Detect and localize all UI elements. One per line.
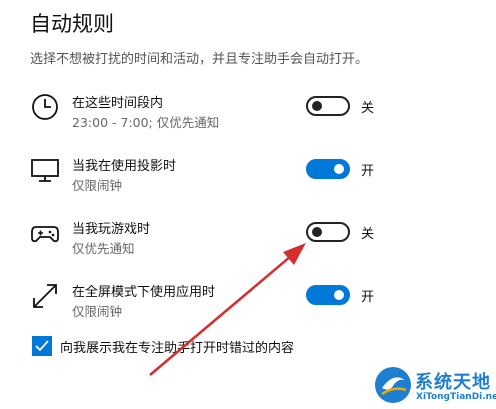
rule-name: 当我玩游戏时 bbox=[72, 222, 151, 237]
toggle-knob bbox=[334, 164, 344, 174]
rule-name: 在这些时间段内 bbox=[72, 96, 164, 111]
fullscreen-icon bbox=[30, 281, 64, 315]
rule-subtitle: 仅限闹钟 bbox=[72, 178, 123, 193]
gamepad-icon bbox=[30, 218, 64, 252]
toggle-state-label: 关 bbox=[361, 227, 375, 242]
page-description: 选择不想被打扰的时间和活动，并且专注助手会自动打开。 bbox=[30, 52, 369, 67]
rule-subtitle: 仅优先通知 bbox=[72, 241, 135, 256]
toggle-gaming-rule[interactable] bbox=[306, 222, 350, 242]
logo-icon bbox=[375, 367, 411, 403]
toggle-state-label: 开 bbox=[361, 290, 375, 305]
watermark-url: XiTongTianDi.net bbox=[416, 392, 496, 402]
toggle-knob bbox=[312, 101, 322, 111]
toggle-state-label: 开 bbox=[361, 164, 375, 179]
toggle-time-rule[interactable] bbox=[306, 96, 350, 116]
rule-row-time: 在这些时间段内 23:00 - 7:00; 仅优先通知 关 bbox=[30, 92, 430, 142]
rule-row-projection: 当我在使用投影时 仅限闹钟 开 bbox=[30, 155, 430, 205]
toggle-projection-rule[interactable] bbox=[306, 159, 350, 179]
checkmark-icon bbox=[35, 340, 49, 352]
monitor-icon bbox=[30, 155, 64, 189]
toggle-knob bbox=[334, 290, 344, 300]
toggle-knob bbox=[312, 227, 322, 237]
page-title: 自动规则 bbox=[30, 12, 114, 36]
watermark-title: 系统天地 bbox=[415, 372, 491, 393]
rule-subtitle: 仅限闹钟 bbox=[72, 304, 123, 319]
clock-icon bbox=[30, 92, 64, 126]
site-watermark: 系统天地 XiTongTianDi.net bbox=[372, 364, 496, 409]
show-missed-checkbox[interactable] bbox=[32, 336, 52, 356]
rule-subtitle: 23:00 - 7:00; 仅优先通知 bbox=[72, 115, 220, 130]
rule-row-gaming: 当我玩游戏时 仅优先通知 关 bbox=[30, 218, 430, 268]
rule-name: 在全屏模式下使用应用时 bbox=[72, 285, 216, 300]
rule-name: 当我在使用投影时 bbox=[72, 159, 177, 174]
rule-row-fullscreen: 在全屏模式下使用应用时 仅限闹钟 开 bbox=[30, 281, 430, 331]
show-missed-label: 向我展示我在专注助手打开时错过的内容 bbox=[60, 341, 295, 356]
toggle-fullscreen-rule[interactable] bbox=[306, 285, 350, 305]
toggle-state-label: 关 bbox=[361, 101, 375, 116]
